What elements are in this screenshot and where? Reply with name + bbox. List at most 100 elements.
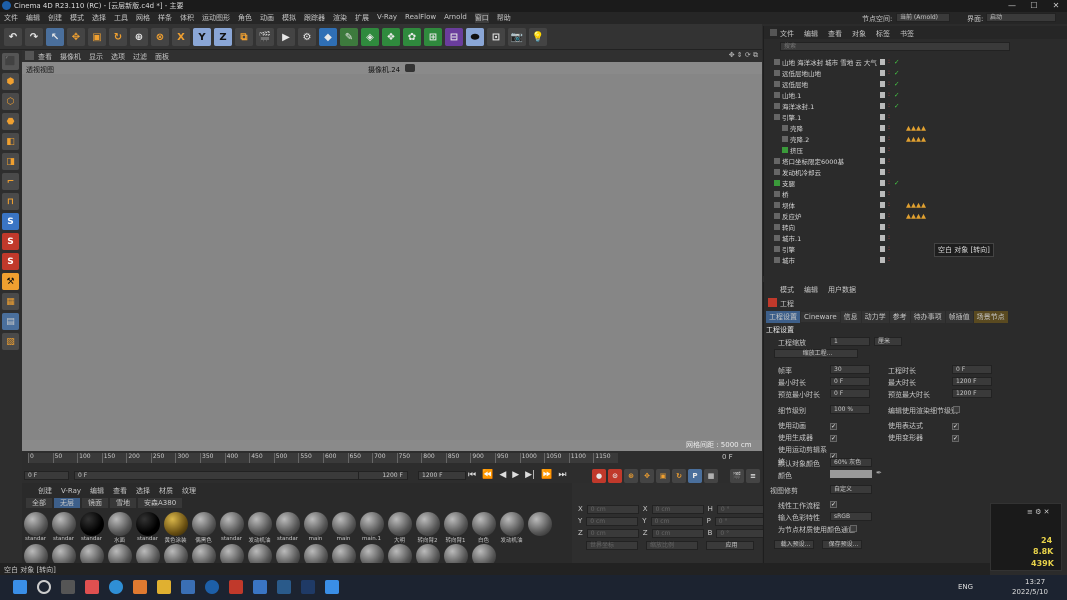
- material-item[interactable]: 转向臂2: [414, 512, 441, 544]
- object-menu-item[interactable]: 编辑: [804, 29, 818, 39]
- object-row[interactable]: 引擎:: [770, 243, 1058, 254]
- rot-key-icon[interactable]: ↻: [672, 469, 686, 483]
- menu-item-7[interactable]: 样条: [158, 13, 172, 23]
- search-app-icon[interactable]: [133, 580, 147, 594]
- preview-min-field[interactable]: 0 F: [830, 389, 870, 398]
- visibility-dots[interactable]: :: [888, 212, 890, 219]
- visibility-toggle[interactable]: [880, 245, 885, 252]
- search-icon[interactable]: [37, 580, 51, 594]
- menu-item-16[interactable]: V-Ray: [377, 13, 397, 23]
- start-icon[interactable]: [13, 580, 27, 594]
- size-y-field[interactable]: 0 cm: [650, 516, 703, 526]
- enabled-check-icon[interactable]: ✓: [894, 91, 899, 99]
- coord-mode-select[interactable]: 世界坐标: [586, 541, 638, 550]
- viewport-menu-item-0[interactable]: 查看: [38, 52, 52, 62]
- material-menu-item[interactable]: 查看: [113, 486, 127, 496]
- object-row[interactable]: 桥:: [770, 188, 1058, 199]
- attribute-tab[interactable]: 信息: [840, 311, 861, 323]
- pos-x-field[interactable]: 0 cm: [586, 504, 639, 514]
- menu-item-15[interactable]: 扩展: [355, 13, 369, 23]
- render-picture-icon[interactable]: ▶: [277, 28, 295, 46]
- autokey-icon[interactable]: ⊙: [608, 469, 622, 483]
- object-row[interactable]: 壳降.2: ▲▲▲▲: [770, 133, 1058, 144]
- end-frame2-field[interactable]: 1200 F: [418, 471, 466, 480]
- visibility-toggle[interactable]: [880, 223, 885, 230]
- visibility-toggle[interactable]: [880, 135, 885, 142]
- size-x-field[interactable]: 0 cm: [651, 504, 704, 514]
- size-mode-select[interactable]: 缩放比例: [646, 541, 698, 550]
- redo-icon[interactable]: ↷: [25, 28, 43, 46]
- visibility-dots[interactable]: :: [888, 113, 890, 120]
- undo-icon[interactable]: ↶: [4, 28, 22, 46]
- pos-z-field[interactable]: 0 cm: [586, 528, 639, 538]
- visibility-toggle[interactable]: [880, 91, 885, 98]
- visibility-toggle[interactable]: [880, 190, 885, 197]
- visibility-dots[interactable]: :: [888, 135, 890, 142]
- enabled-check-icon[interactable]: ✓: [894, 80, 899, 88]
- material-item[interactable]: main: [330, 512, 357, 544]
- attribute-tab[interactable]: 场景节点: [973, 311, 1008, 323]
- interface-select[interactable]: 启动: [986, 13, 1056, 22]
- model-mode-icon[interactable]: ⬢: [2, 73, 19, 90]
- select-tool-icon[interactable]: ↖: [46, 28, 64, 46]
- coordinate-system-icon[interactable]: ⧉: [235, 28, 253, 46]
- stripes-icon[interactable]: ▧: [2, 333, 19, 350]
- menu-item-17[interactable]: RealFlow: [405, 13, 436, 23]
- settings-icon[interactable]: [253, 580, 267, 594]
- menu-item-11[interactable]: 动画: [260, 13, 274, 23]
- cube-icon[interactable]: ◆: [319, 28, 337, 46]
- rot-b-field[interactable]: 0 °: [716, 528, 769, 538]
- visibility-dots[interactable]: :: [888, 69, 890, 76]
- material-item[interactable]: standar: [274, 512, 301, 544]
- material-menu-item[interactable]: V-Ray: [61, 487, 81, 495]
- object-row[interactable]: 海洋冰封.1: ✓: [770, 100, 1058, 111]
- scale-value-field[interactable]: 1: [830, 337, 870, 346]
- rotate-tool-icon[interactable]: ↻: [109, 28, 127, 46]
- polygons-mode-icon[interactable]: ◨: [2, 153, 19, 170]
- object-row[interactable]: 壳降: ▲▲▲▲: [770, 122, 1058, 133]
- menu-item-14[interactable]: 渲染: [333, 13, 347, 23]
- material-filter-tab[interactable]: 雪地: [110, 498, 136, 508]
- subdivision-icon[interactable]: ◈: [361, 28, 379, 46]
- current-frame-field[interactable]: 0 F: [24, 471, 69, 480]
- store-icon[interactable]: [85, 580, 99, 594]
- viewport-menu-item-5[interactable]: 面板: [155, 52, 169, 62]
- vertex-color-checkbox[interactable]: [850, 525, 857, 532]
- material-menu-item[interactable]: 材质: [159, 486, 173, 496]
- material-filter-tab[interactable]: 镜面: [82, 498, 108, 508]
- material-item[interactable]: standar: [22, 512, 49, 544]
- material-item[interactable]: main: [302, 512, 329, 544]
- next-key-icon[interactable]: ⏩: [541, 470, 552, 480]
- light-icon[interactable]: 💡: [529, 28, 547, 46]
- menu-item-20[interactable]: 帮助: [497, 13, 511, 23]
- camera-target-icon[interactable]: [405, 64, 415, 72]
- material-menu-item[interactable]: 纹理: [182, 486, 196, 496]
- attribute-tab[interactable]: 工程设置: [766, 311, 800, 323]
- timeline-window-icon[interactable]: 🎬: [730, 469, 744, 483]
- lock-axis-icon[interactable]: ⊗: [151, 28, 169, 46]
- minimize-icon[interactable]: —: [1001, 0, 1023, 12]
- material-filter-tab[interactable]: 全部: [26, 498, 52, 508]
- viewport-menu-item-3[interactable]: 选项: [111, 52, 125, 62]
- enabled-check-icon[interactable]: ✓: [894, 69, 899, 77]
- 3d-viewport[interactable]: 透视视图 摄像机.24 网格间距 : 5000 cm: [22, 62, 762, 451]
- check-box[interactable]: ✓: [952, 422, 959, 430]
- axis-mode-icon[interactable]: ⌐: [2, 173, 19, 190]
- scale-tool-icon[interactable]: ▣: [88, 28, 106, 46]
- visibility-dots[interactable]: :: [888, 157, 890, 164]
- play-icon[interactable]: ▶: [512, 470, 519, 480]
- visibility-toggle[interactable]: [880, 168, 885, 175]
- edges-mode-icon[interactable]: ◧: [2, 133, 19, 150]
- visibility-toggle[interactable]: [880, 201, 885, 208]
- soft-select-icon[interactable]: S: [2, 213, 19, 230]
- z-axis-icon[interactable]: Z: [214, 28, 232, 46]
- material-item[interactable]: 黄色涂装: [162, 512, 189, 544]
- node-space-select[interactable]: 当前 (Arnold): [896, 13, 950, 22]
- viewport-menu-item-2[interactable]: 显示: [89, 52, 103, 62]
- apply-button[interactable]: 应用: [706, 541, 754, 550]
- object-row[interactable]: 支腿: ✓: [770, 177, 1058, 188]
- enabled-check-icon[interactable]: ✓: [894, 179, 899, 187]
- edge-icon[interactable]: [109, 580, 123, 594]
- keyframe-sel-icon[interactable]: ⊛: [624, 469, 638, 483]
- menu-item-8[interactable]: 体积: [180, 13, 194, 23]
